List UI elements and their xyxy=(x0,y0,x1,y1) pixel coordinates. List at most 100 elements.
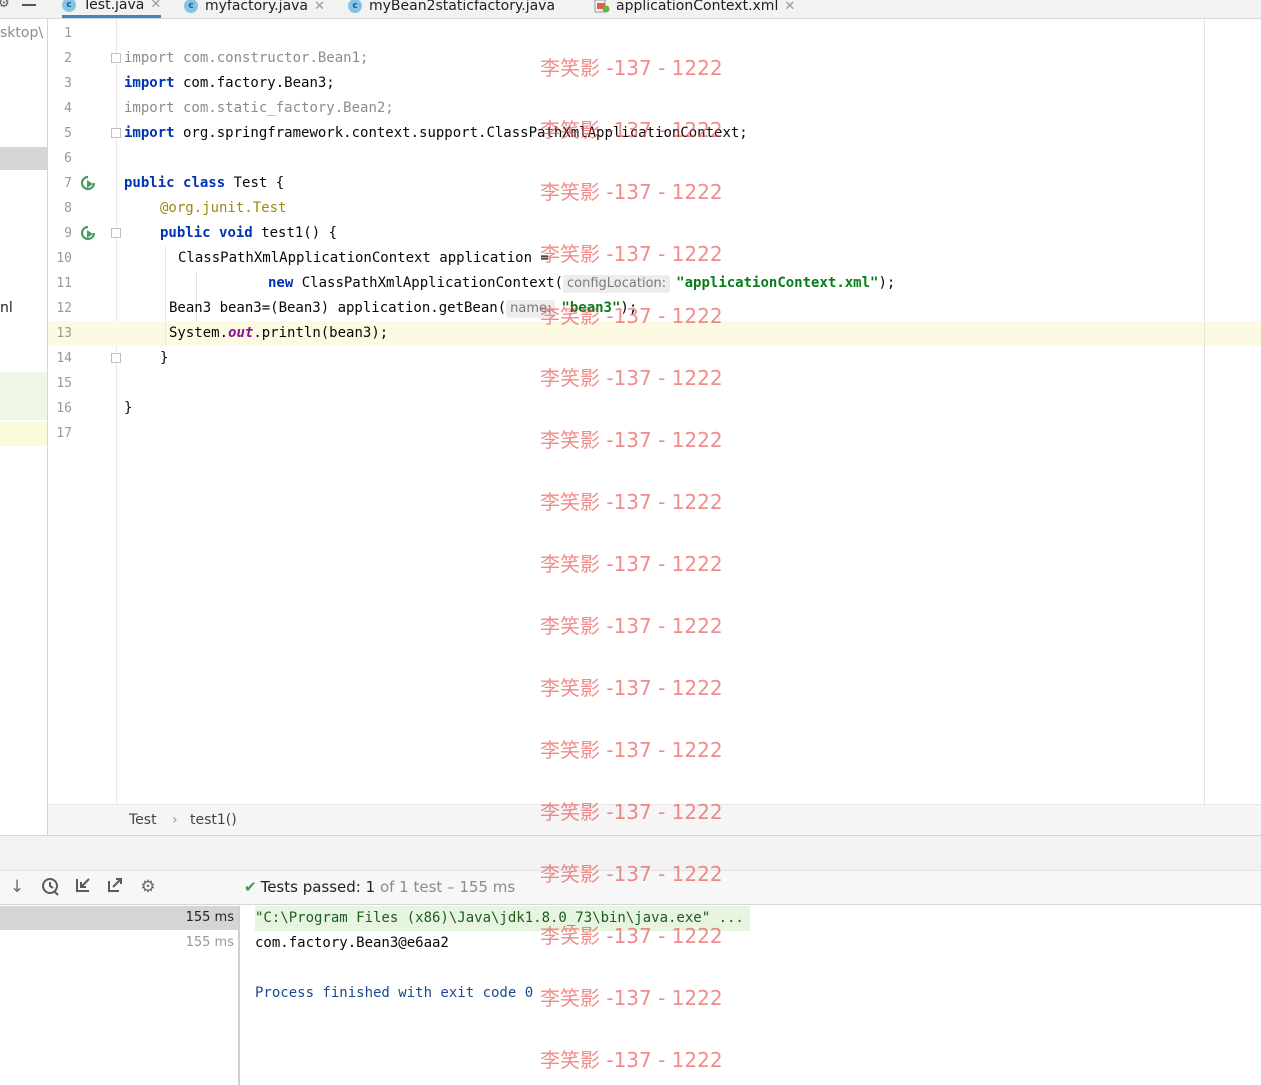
code-keyword: void xyxy=(219,225,253,241)
gear-icon[interactable]: ⚙ xyxy=(0,0,10,11)
breadcrumb-method[interactable]: test1() xyxy=(190,812,237,828)
arrow-down-icon[interactable]: ↓ xyxy=(6,876,28,898)
run-test-icon[interactable] xyxy=(80,225,96,241)
code-static-field: out xyxy=(228,325,254,341)
code-line-4: import com.static_factory.Bean2; xyxy=(124,96,394,121)
project-panel: sktop\ nl xyxy=(0,19,48,835)
history-icon[interactable] xyxy=(39,876,61,898)
code-text: ); xyxy=(878,275,896,291)
fold-marker-icon[interactable] xyxy=(111,53,121,63)
breadcrumb-class[interactable]: Test xyxy=(129,812,157,828)
close-icon[interactable]: ✕ xyxy=(784,0,795,14)
code-annotation: @org.junit. xyxy=(160,200,253,216)
line-number: 2 xyxy=(64,51,72,66)
code-text: com.static_factory.Bean2; xyxy=(174,100,394,116)
line-number: 1 xyxy=(64,26,72,41)
code-text: ClassPathXmlApplicationContext( xyxy=(293,275,564,291)
code-keyword: public xyxy=(160,225,211,241)
run-test-icon[interactable] xyxy=(80,175,96,191)
line-number: 8 xyxy=(64,201,72,216)
line-number: 10 xyxy=(56,251,72,266)
code-line-7: public class Test { xyxy=(124,171,284,196)
fold-marker-icon[interactable] xyxy=(111,128,121,138)
code-line-2: import com.constructor.Bean1; xyxy=(124,46,368,71)
ide-window: { "tabs": [ {"label": "Test.java", "icon… xyxy=(0,0,1261,1085)
line-number: 5 xyxy=(64,126,72,141)
close-icon[interactable]: ✕ xyxy=(150,0,161,12)
code-line-9: public void test1() { xyxy=(160,221,337,246)
line-number: 13 xyxy=(56,326,72,341)
project-highlight-yellow xyxy=(0,422,47,446)
test-tree-row[interactable]: 155 ms xyxy=(0,931,238,955)
code-line-13: System.out.println(bean3); xyxy=(169,321,388,346)
code-line-3: import com.factory.Bean3; xyxy=(124,71,335,96)
code-line-8: @org.junit.Test xyxy=(160,196,286,221)
code-keyword: import xyxy=(124,50,175,66)
tab-test-java[interactable]: c Test.java ✕ xyxy=(62,0,162,18)
test-duration: 155 ms xyxy=(185,935,234,950)
line-number: 7 xyxy=(64,176,72,191)
test-tree-row[interactable]: 155 ms xyxy=(0,906,238,930)
tab-label: myBean2staticfactory.java xyxy=(369,0,556,14)
code-keyword: import xyxy=(124,75,175,91)
import-icon[interactable] xyxy=(72,876,94,898)
project-selected-row[interactable] xyxy=(0,147,47,170)
minimize-icon[interactable] xyxy=(22,4,36,6)
status-prefix: Tests passed: xyxy=(260,878,366,896)
project-highlight-green xyxy=(0,372,47,420)
code-annotation-class: Test xyxy=(252,200,287,216)
line-number: 4 xyxy=(64,101,72,116)
close-icon[interactable]: ✕ xyxy=(314,0,325,14)
tab-label: Test.java xyxy=(83,0,145,13)
line-number: 9 xyxy=(64,226,72,241)
line-number: 6 xyxy=(64,151,72,166)
code-text: System. xyxy=(169,325,229,341)
fold-marker-icon[interactable] xyxy=(111,228,121,238)
code-line-12: Bean3 bean3=(Bean3) application.getBean(… xyxy=(169,296,637,321)
code-line-5: import org.springframework.context.suppo… xyxy=(124,121,748,146)
export-icon[interactable] xyxy=(104,876,126,898)
console-command-line: "C:\Program Files (x86)\Java\jdk1.8.0_73… xyxy=(255,906,750,931)
xml-file-icon xyxy=(594,0,610,13)
status-count: 1 xyxy=(365,878,376,896)
code-keyword: import xyxy=(124,125,175,141)
code-keyword: public xyxy=(124,175,175,191)
code-line-16: } xyxy=(124,400,133,416)
fold-marker-icon[interactable] xyxy=(111,353,121,363)
parameter-hint: configLocation: xyxy=(563,275,671,293)
code-text: com.constructor.Bean1; xyxy=(174,50,369,66)
class-icon: c xyxy=(348,0,362,13)
code-string: "applicationContext.xml" xyxy=(676,275,879,291)
project-path: sktop\ xyxy=(0,25,44,41)
code-text: test1() { xyxy=(252,225,338,241)
console-output-line: com.factory.Bean3@e6aa2 xyxy=(255,935,449,951)
line-number: 15 xyxy=(56,376,72,391)
tab-mybean2staticfactory-java[interactable]: c myBean2staticfactory.java xyxy=(348,0,555,18)
code-keyword: import xyxy=(124,100,175,116)
run-toolbar: ↓ ⚙ ✔ Tests passed: 1 of 1 test – 155 ms xyxy=(0,871,1261,905)
parameter-hint: name: xyxy=(506,300,556,318)
tab-myfactory-java[interactable]: c myfactory.java ✕ xyxy=(184,0,325,18)
tool-window-header xyxy=(0,835,1261,871)
code-text: ); xyxy=(620,300,638,316)
console-process-line: Process finished with exit code 0 xyxy=(255,985,534,1001)
right-margin-guide xyxy=(1204,19,1205,804)
code-line-10: ClassPathXmlApplicationContext applicati… xyxy=(178,250,549,266)
project-file-item[interactable]: nl xyxy=(0,300,13,316)
class-icon: c xyxy=(184,0,198,13)
line-number: 3 xyxy=(64,76,72,91)
check-icon: ✔ xyxy=(244,878,257,896)
code-line-11: new ClassPathXmlApplicationContext(confi… xyxy=(268,271,895,296)
console-output[interactable]: "C:\Program Files (x86)\Java\jdk1.8.0_73… xyxy=(242,906,1261,1085)
line-number: 16 xyxy=(56,401,72,416)
code-line-14: } xyxy=(160,350,169,366)
tab-applicationcontext-xml[interactable]: applicationContext.xml ✕ xyxy=(594,0,795,18)
editor-tab-bar: ⚙ c Test.java ✕ c myfactory.java ✕ c myB… xyxy=(0,0,1261,19)
tab-label: myfactory.java xyxy=(205,0,309,14)
code-text: org.springframework.context.support.Clas… xyxy=(174,125,748,141)
indent-guide xyxy=(165,246,166,346)
line-number: 11 xyxy=(56,276,72,291)
code-text: com.factory.Bean3; xyxy=(174,75,335,91)
test-duration: 155 ms xyxy=(185,910,234,925)
gear-icon[interactable]: ⚙ xyxy=(137,876,159,898)
